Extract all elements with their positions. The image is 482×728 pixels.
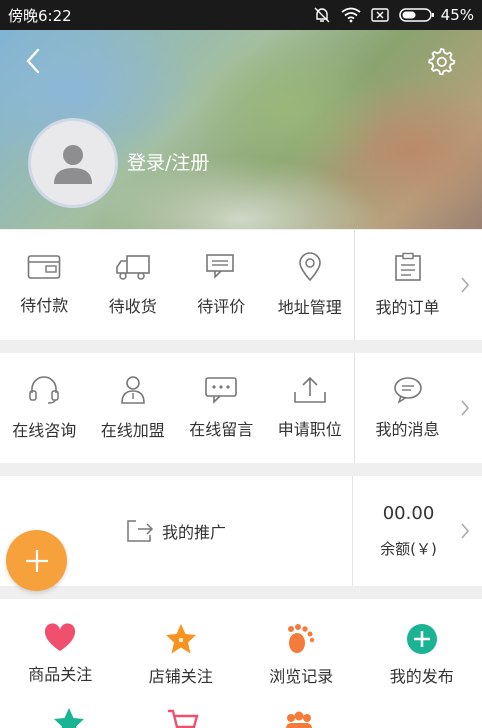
- order-pending-review-label: 待评价: [197, 297, 246, 316]
- star-icon: [54, 708, 84, 728]
- address-management-label: 地址管理: [277, 298, 342, 317]
- balance[interactable]: 00.00 余额(￥): [352, 476, 482, 586]
- browse-history-label: 浏览记录: [269, 667, 334, 686]
- online-consult-label: 在线咨询: [12, 421, 77, 440]
- apply-position[interactable]: 申请职位: [266, 353, 355, 463]
- balance-value: 00.00: [382, 503, 435, 524]
- shortcuts-section: 商品关注 店铺关注 浏览记录 我的发布: [0, 599, 482, 728]
- battery-percent: 45%: [440, 6, 474, 24]
- online-franchise-label: 在线加盟: [100, 421, 165, 440]
- chevron-right-icon: [461, 277, 470, 293]
- battery-icon: [398, 8, 434, 22]
- my-orders-label: 我的订单: [375, 298, 440, 317]
- back-button[interactable]: [18, 46, 48, 76]
- wifi-icon: [341, 7, 361, 23]
- chat-icon: [393, 377, 422, 404]
- login-register-link[interactable]: 登录/注册: [127, 148, 209, 175]
- heart-icon: [45, 623, 76, 651]
- user-silhouette-icon: [54, 145, 92, 184]
- headset-icon: [29, 376, 59, 404]
- battery-indicator: 45%: [398, 6, 474, 24]
- order-pending-review[interactable]: 待评价: [177, 230, 266, 340]
- my-posts-label: 我的发布: [389, 667, 454, 686]
- upload-icon: [293, 376, 326, 403]
- store-favorites-label: 店铺关注: [148, 667, 213, 686]
- profile-screen: 傍晚6:22 45% 登录/注册 待付款 待收货 待评价 地址管理 我的订单 在…: [0, 0, 482, 728]
- settings-button[interactable]: [426, 46, 456, 76]
- gear-icon: [428, 48, 456, 76]
- chevron-right-icon: [461, 400, 470, 416]
- balance-label: 余额(￥): [380, 540, 437, 558]
- status-bar: 傍晚6:22 45%: [0, 0, 482, 30]
- my-messages[interactable]: 我的消息: [354, 353, 482, 463]
- cart-icon: [168, 709, 199, 728]
- message-icon: [205, 377, 238, 404]
- online-message[interactable]: 在线留言: [177, 353, 266, 463]
- wallet-icon: [27, 255, 61, 279]
- share-arrow-icon: [127, 520, 154, 542]
- chevron-right-icon: [461, 523, 470, 539]
- order-pending-payment-label: 待付款: [20, 296, 69, 315]
- clipboard-icon: [394, 252, 421, 281]
- comment-icon: [206, 254, 235, 279]
- my-messages-label: 我的消息: [375, 420, 440, 439]
- person-icon: [120, 376, 145, 404]
- online-franchise[interactable]: 在线加盟: [89, 353, 178, 463]
- my-orders[interactable]: 我的订单: [354, 230, 482, 340]
- my-promotion-label: 我的推广: [161, 523, 226, 542]
- my-posts[interactable]: 我的发布: [362, 599, 482, 728]
- plus-icon: [25, 549, 48, 572]
- online-message-label: 在线留言: [189, 420, 254, 439]
- star-icon: [165, 624, 196, 654]
- order-pending-payment[interactable]: 待付款: [0, 230, 89, 340]
- services-section: 在线咨询 在线加盟 在线留言 申请职位 我的消息: [0, 353, 482, 463]
- footprint-icon: [288, 624, 315, 653]
- address-management[interactable]: 地址管理: [266, 230, 355, 340]
- truck-icon: [115, 255, 150, 280]
- apply-position-label: 申请职位: [277, 420, 342, 439]
- location-icon: [298, 252, 321, 282]
- order-pending-receipt[interactable]: 待收货: [89, 230, 178, 340]
- orders-section: 待付款 待收货 待评价 地址管理 我的订单: [0, 230, 482, 340]
- group-icon: [286, 711, 312, 728]
- status-time: 傍晚6:22: [8, 6, 72, 25]
- plus-circle-icon: [406, 624, 437, 654]
- product-favorites-label: 商品关注: [28, 665, 93, 684]
- no-sim-icon: [370, 8, 389, 22]
- order-pending-receipt-label: 待收货: [108, 297, 157, 316]
- bell-muted-icon: [314, 7, 330, 23]
- chevron-left-icon: [26, 48, 40, 74]
- floating-add-button[interactable]: [6, 530, 67, 591]
- avatar[interactable]: [28, 118, 118, 208]
- status-icons: 45%: [313, 6, 474, 24]
- online-consult[interactable]: 在线咨询: [0, 353, 89, 463]
- profile-header: 登录/注册: [0, 30, 482, 229]
- promotion-section: 我的推广 00.00 余额(￥): [0, 476, 482, 586]
